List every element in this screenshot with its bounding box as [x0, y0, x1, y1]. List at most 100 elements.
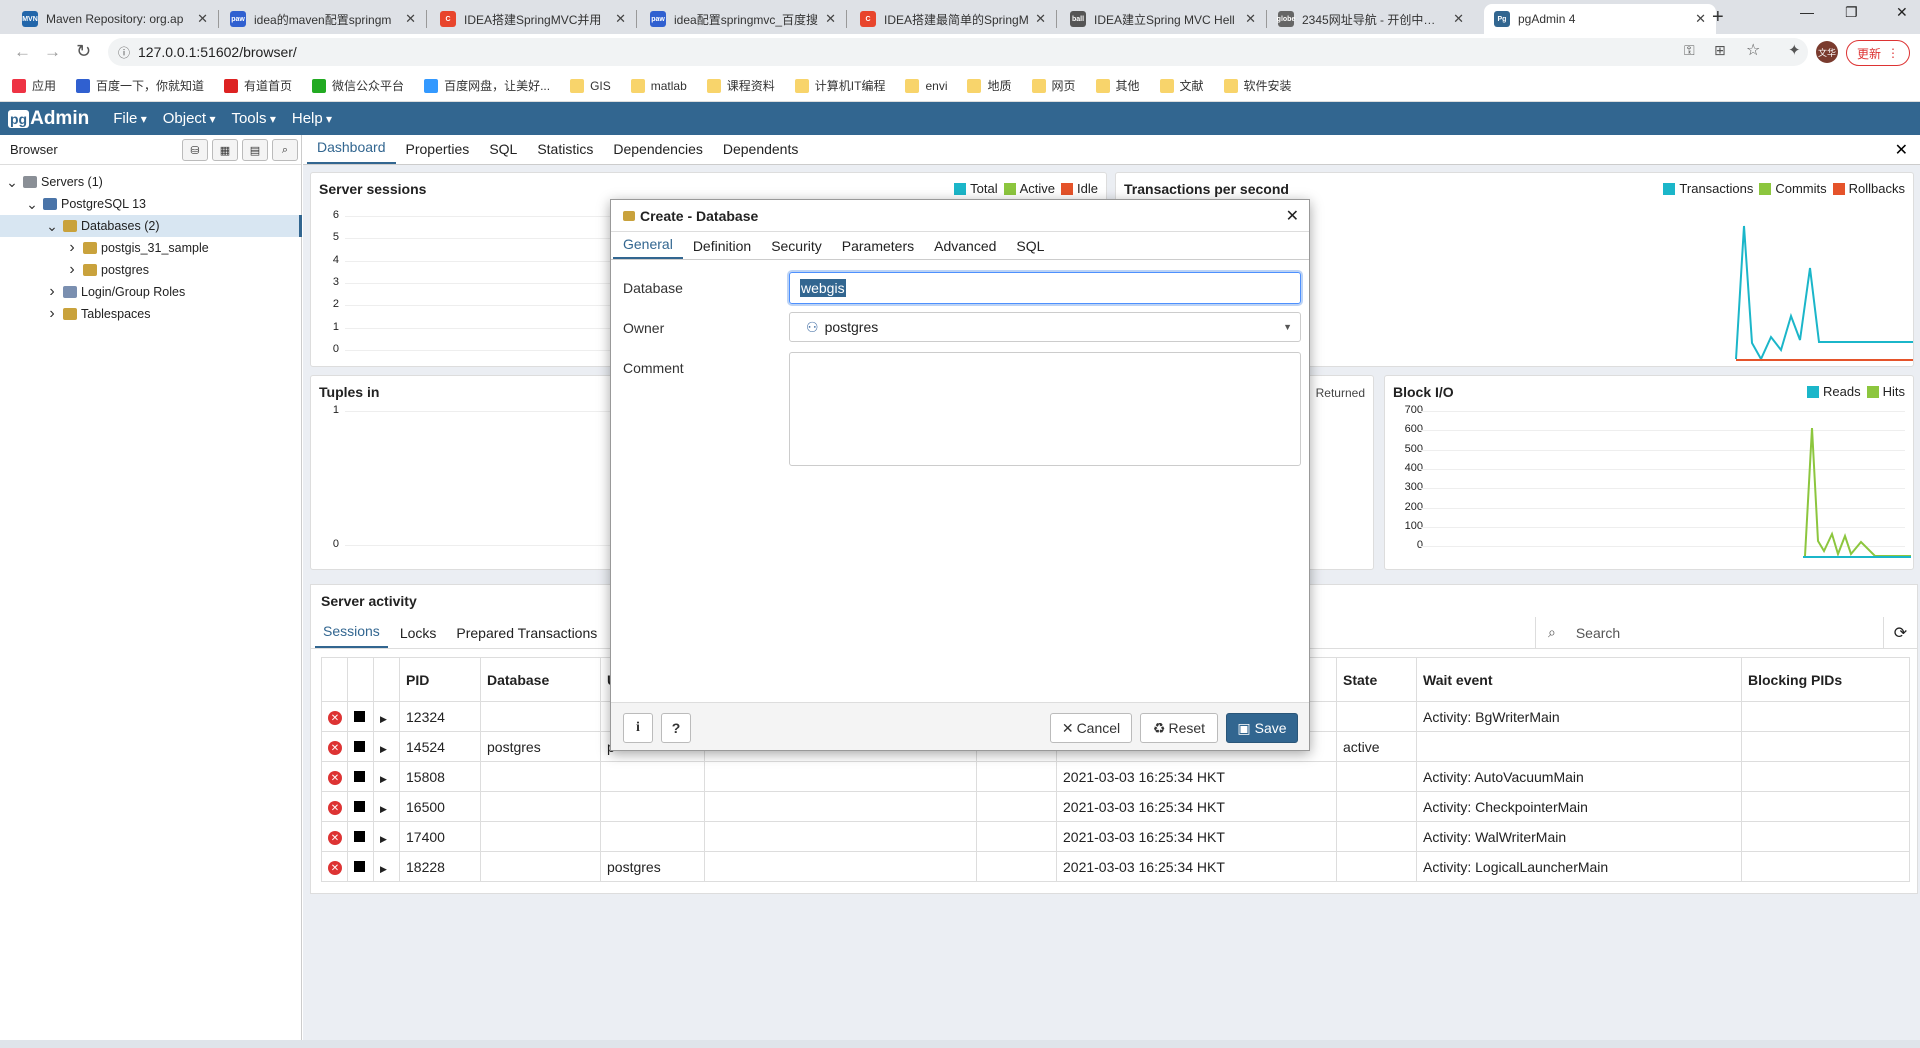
tab-close-icon[interactable]: ✕ — [1245, 11, 1256, 27]
activity-tab[interactable]: Prepared Transactions — [448, 625, 605, 648]
tree-node[interactable]: › Login/Group Roles — [0, 281, 302, 303]
bookmark-item[interactable]: 应用 — [12, 77, 56, 94]
owner-select[interactable]: ⚇ postgres ▼ — [789, 312, 1301, 342]
cancel-query-icon[interactable] — [354, 710, 365, 722]
terminate-session-icon[interactable]: ✕ — [328, 711, 342, 726]
filter-rows-button[interactable]: ▤ — [242, 139, 268, 161]
bookmark-item[interactable]: 地质 — [967, 77, 1012, 94]
dialog-tab-definition[interactable]: Definition — [683, 238, 761, 259]
cancel-query-icon[interactable] — [354, 860, 365, 872]
tab-close-icon[interactable]: ✕ — [1453, 11, 1464, 27]
browser-tab[interactable]: ball IDEA建立Spring MVC Hell ✕ — [1060, 4, 1266, 34]
bookmark-item[interactable]: 百度一下，你就知道 — [76, 77, 204, 94]
chevron-down-icon[interactable]: ⌄ — [6, 174, 18, 191]
terminate-cell[interactable]: ✕ — [321, 821, 348, 852]
expand-row-icon[interactable]: ▶ — [380, 804, 387, 814]
tab-close-icon[interactable]: ✕ — [615, 11, 626, 27]
tree-node[interactable]: › postgres — [0, 259, 302, 281]
restore-icon[interactable]: ❐ — [1845, 4, 1858, 21]
chevron-right-icon[interactable]: › — [46, 305, 58, 323]
terminate-cell[interactable]: ✕ — [321, 761, 348, 792]
tab-properties[interactable]: Properties — [396, 141, 480, 164]
cancel-query-icon[interactable] — [354, 800, 365, 812]
expand-cell[interactable]: ▶ — [373, 821, 400, 852]
cancel-cell[interactable] — [347, 761, 374, 792]
cancel-cell[interactable] — [347, 791, 374, 822]
search-objects-button[interactable]: ⌕ — [272, 139, 298, 161]
extensions-icon[interactable]: ✦ — [1788, 41, 1801, 59]
activity-tab[interactable]: Locks — [392, 625, 445, 648]
expand-row-icon[interactable]: ▶ — [380, 774, 387, 784]
legend-item[interactable]: Total — [954, 181, 998, 196]
activity-search-box[interactable]: ⌕ Search — [1535, 617, 1883, 648]
browser-tab[interactable]: paw idea的maven配置springm ✕ — [220, 4, 426, 34]
expand-cell[interactable]: ▶ — [373, 761, 400, 792]
window-close-icon[interactable]: ✕ — [1896, 4, 1908, 21]
legend-item[interactable]: Rollbacks — [1832, 181, 1905, 196]
bookmark-item[interactable]: 计算机IT编程 — [794, 77, 885, 94]
tab-dependents[interactable]: Dependents — [713, 141, 809, 164]
bookmark-item[interactable]: 百度网盘，让美好... — [424, 77, 550, 94]
cancel-query-icon[interactable] — [354, 770, 365, 782]
profile-avatar[interactable]: 文华 — [1816, 41, 1838, 63]
column-header[interactable]: PID — [399, 657, 481, 702]
bookmark-item[interactable]: GIS — [570, 78, 611, 93]
table-row[interactable]: ✕ ▶ 17400 2021-03-03 16:25:34 HKT Activity: … — [321, 821, 1910, 852]
chevron-right-icon[interactable]: › — [66, 239, 78, 257]
browser-tab[interactable]: C IDEA搭建最简单的SpringM ✕ — [850, 4, 1056, 34]
expand-row-icon[interactable]: ▶ — [380, 744, 387, 754]
activity-tab[interactable]: Sessions — [315, 623, 388, 648]
column-header[interactable]: Wait event — [1416, 657, 1742, 702]
browser-tab[interactable]: MVN Maven Repository: org.ap ✕ — [12, 4, 218, 34]
forward-icon[interactable]: → — [44, 42, 61, 62]
terminate-cell[interactable]: ✕ — [321, 731, 348, 762]
info-icon[interactable]: ⓘ — [118, 44, 130, 61]
back-icon[interactable]: ← — [14, 42, 31, 62]
cancel-cell[interactable] — [347, 821, 374, 852]
save-button[interactable]: ▣ Save — [1226, 713, 1298, 743]
cancel-button[interactable]: ✕ Cancel — [1050, 713, 1132, 743]
database-name-input[interactable]: webgis — [789, 272, 1301, 304]
bookmark-item[interactable]: matlab — [630, 78, 687, 93]
expand-row-icon[interactable]: ▶ — [380, 714, 387, 724]
tab-close-icon[interactable]: ✕ — [1695, 11, 1706, 27]
cancel-cell[interactable] — [347, 731, 374, 762]
terminate-session-icon[interactable]: ✕ — [328, 861, 342, 876]
update-button[interactable]: 更新 ⋮ — [1846, 40, 1910, 66]
column-header[interactable]: Database — [480, 657, 601, 702]
cancel-cell[interactable] — [347, 701, 374, 732]
terminate-cell[interactable]: ✕ — [321, 701, 348, 732]
translate-icon[interactable]: ⊞ — [1714, 42, 1726, 59]
browser-tab[interactable]: Pg pgAdmin 4 ✕ — [1484, 4, 1716, 34]
minimize-icon[interactable]: — — [1800, 4, 1814, 20]
table-row[interactable]: ✕ ▶ 15808 2021-03-03 16:25:34 HKT Activity: … — [321, 761, 1910, 792]
bookmark-item[interactable]: 软件安装 — [1223, 77, 1292, 94]
tab-sql[interactable]: SQL — [479, 141, 527, 164]
tab-close-icon[interactable]: ✕ — [825, 11, 836, 27]
chevron-right-icon[interactable]: › — [66, 261, 78, 279]
terminate-cell[interactable]: ✕ — [321, 851, 348, 882]
legend-item[interactable]: Idle — [1061, 181, 1098, 196]
tree-node[interactable]: ⌄ PostgreSQL 13 — [0, 193, 302, 215]
terminate-session-icon[interactable]: ✕ — [328, 831, 342, 846]
tab-close-icon[interactable]: ✕ — [197, 11, 208, 27]
terminate-session-icon[interactable]: ✕ — [328, 801, 342, 816]
tree-node[interactable]: › Tablespaces — [0, 303, 302, 325]
expand-row-icon[interactable]: ▶ — [380, 864, 387, 874]
browser-tab[interactable]: paw idea配置springmvc_百度搜 ✕ — [640, 4, 846, 34]
cancel-query-icon[interactable] — [354, 740, 365, 752]
help-button[interactable]: ? — [661, 713, 691, 743]
tree-node[interactable]: › postgis_31_sample — [0, 237, 302, 259]
chevron-down-icon[interactable]: ⌄ — [26, 196, 38, 213]
table-row[interactable]: ✕ ▶ 16500 2021-03-03 16:25:34 HKT Activity: … — [321, 791, 1910, 822]
browser-tab[interactable]: C IDEA搭建SpringMVC并用 ✕ — [430, 4, 636, 34]
dialog-close-icon[interactable]: ✕ — [1286, 206, 1299, 226]
menu-object[interactable]: Object ▾ — [163, 110, 216, 127]
tree-node[interactable]: ⌄ Servers (1) — [0, 171, 302, 193]
dialog-tab-sql[interactable]: SQL — [1006, 238, 1054, 259]
reload-icon[interactable]: ↻ — [76, 41, 91, 62]
browser-tab[interactable]: globe 2345网址导航 - 开创中国百 ✕ — [1268, 4, 1474, 34]
cancel-cell[interactable] — [347, 851, 374, 882]
legend-item[interactable]: Active — [1003, 181, 1055, 196]
tab-statistics[interactable]: Statistics — [527, 141, 603, 164]
